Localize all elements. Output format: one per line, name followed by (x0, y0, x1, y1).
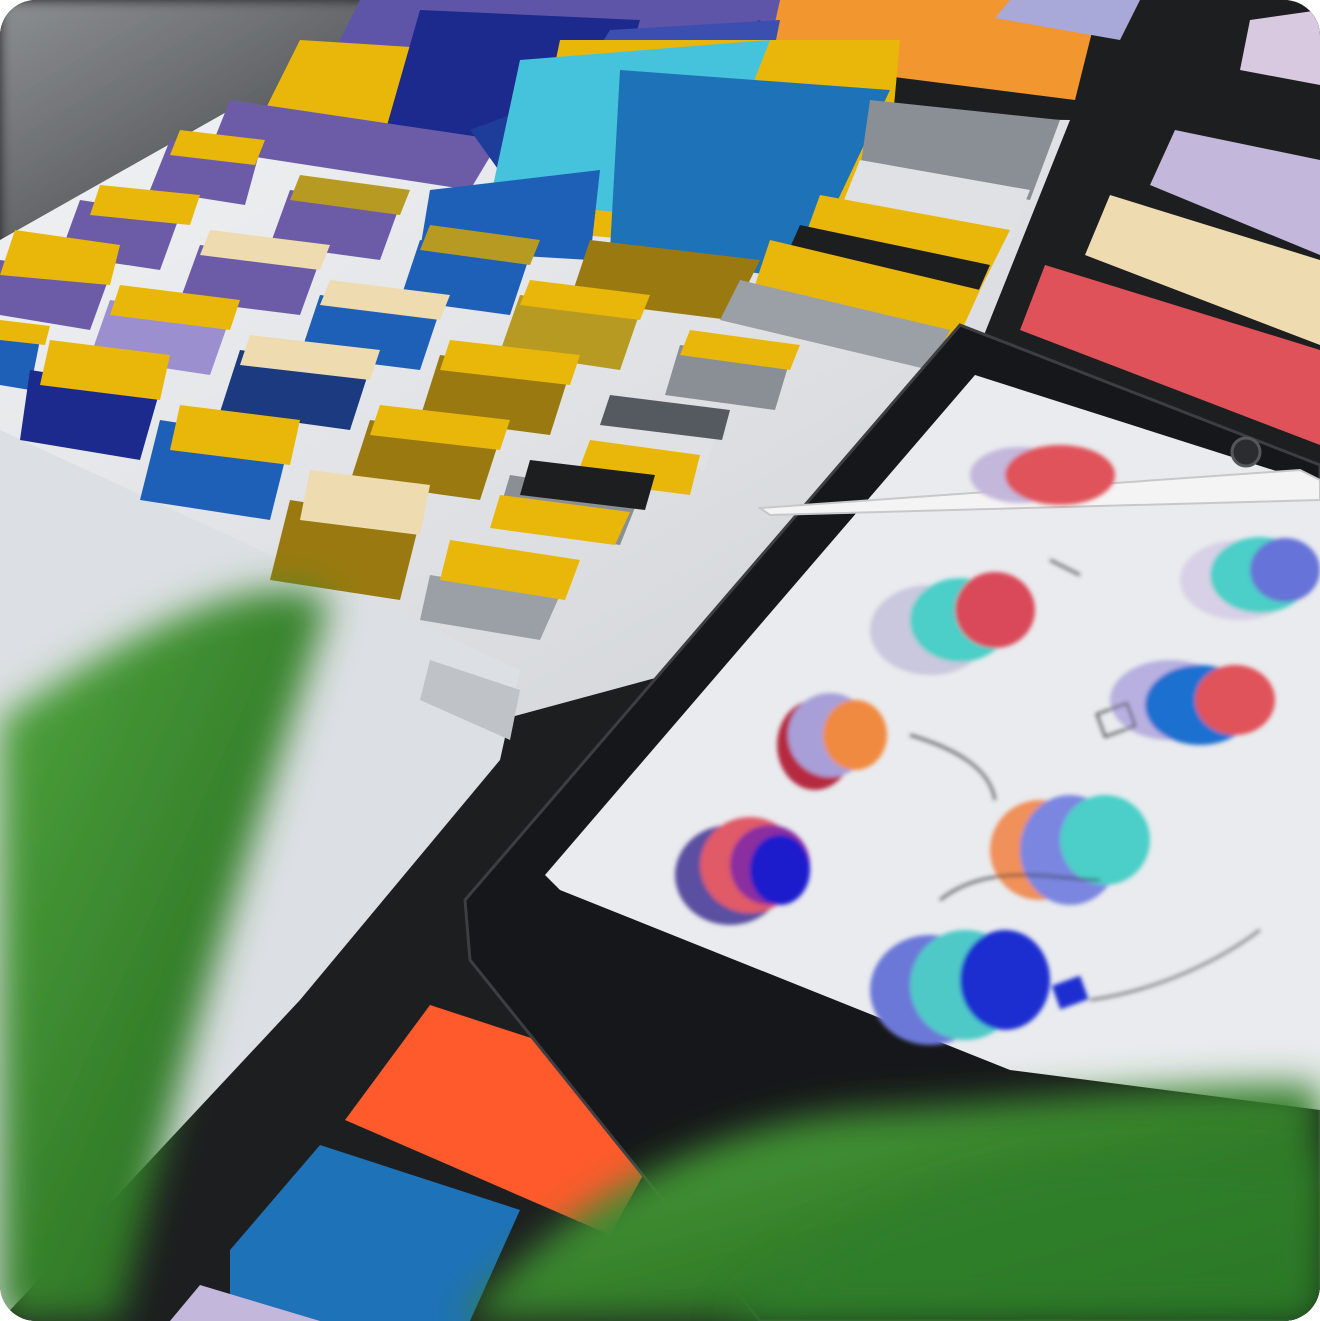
photo-frame (0, 0, 1320, 1321)
photo-illustration (0, 0, 1320, 1321)
